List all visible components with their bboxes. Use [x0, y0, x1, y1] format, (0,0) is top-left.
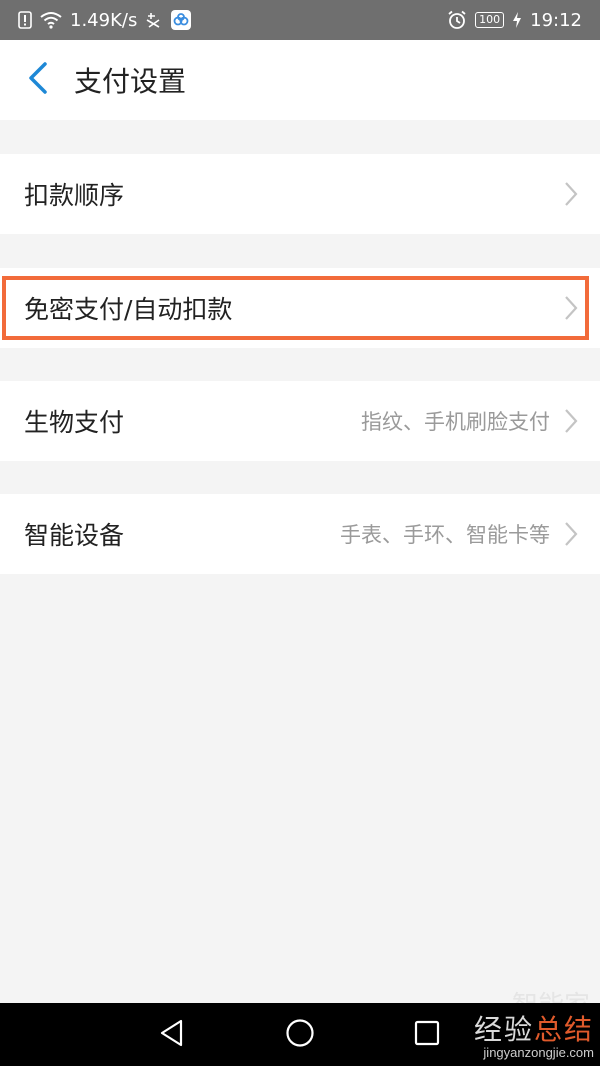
nav-home-button[interactable]	[268, 1003, 332, 1066]
chevron-right-icon	[564, 295, 578, 321]
watermark: 经验总结 jingyanzongjie.com	[474, 1015, 594, 1061]
status-left: 1.49K/s	[18, 9, 192, 31]
settings-item-value: 手表、手环、智能卡等	[340, 523, 550, 547]
app-header: 支付设置	[0, 40, 600, 120]
circle-home-icon	[285, 1018, 315, 1052]
page-title: 支付设置	[74, 65, 187, 98]
nav-recents-button[interactable]	[395, 1003, 459, 1066]
navigation-bar: 经验总结 jingyanzongjie.com	[0, 1003, 600, 1066]
charging-icon	[512, 12, 522, 28]
notification-app-icon	[145, 11, 163, 29]
status-bar: 1.49K/s 100 19:12	[0, 0, 600, 40]
battery-indicator: 100	[475, 12, 505, 28]
settings-item-password-free-pay[interactable]: 免密支付/自动扣款	[0, 268, 600, 348]
nav-back-button[interactable]	[140, 1003, 204, 1066]
watermark-title-b: 总结	[533, 1013, 594, 1046]
triangle-back-icon	[159, 1019, 185, 1051]
back-button[interactable]	[8, 40, 68, 120]
status-right: 100 19:12	[447, 10, 582, 31]
chevron-right-icon	[564, 408, 578, 434]
chevron-right-icon	[564, 521, 578, 547]
network-speed: 1.49K/s	[70, 9, 138, 31]
back-arrow-icon	[26, 61, 50, 99]
settings-item-value: 指纹、手机刷脸支付	[361, 410, 550, 434]
settings-item-label: 智能设备	[24, 521, 125, 550]
square-recents-icon	[414, 1020, 440, 1050]
settings-item-label: 免密支付/自动扣款	[24, 295, 233, 324]
settings-item-label: 扣款顺序	[24, 181, 125, 210]
watermark-title-a: 经验	[473, 1013, 534, 1046]
clock: 19:12	[530, 9, 582, 31]
chevron-right-icon	[564, 181, 578, 207]
alert-icon	[18, 11, 32, 29]
alarm-icon	[447, 10, 467, 30]
settings-item-label: 生物支付	[24, 408, 125, 437]
wifi-icon	[40, 11, 62, 29]
settings-item-smart-devices[interactable]: 智能设备 手表、手环、智能卡等	[0, 494, 600, 574]
settings-item-biometric-pay[interactable]: 生物支付 指纹、手机刷脸支付	[0, 381, 600, 461]
watermark-url: jingyanzongjie.com	[483, 1045, 594, 1060]
watermark-title: 经验总结	[474, 1015, 594, 1045]
settings-item-payment-order[interactable]: 扣款顺序	[0, 154, 600, 234]
cloud-app-icon	[171, 10, 192, 30]
